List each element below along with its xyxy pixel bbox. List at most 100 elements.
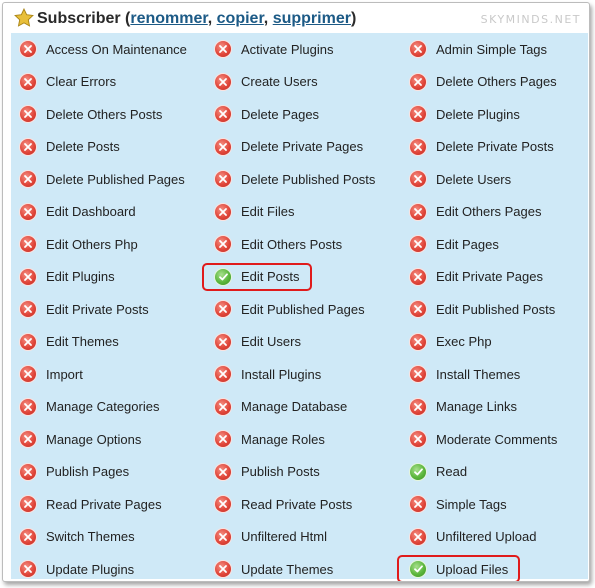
cross-icon[interactable]: [410, 333, 426, 350]
cross-icon[interactable]: [215, 528, 231, 545]
capability-item[interactable]: Edit Others Posts: [206, 228, 342, 260]
check-icon[interactable]: [215, 268, 231, 285]
cross-icon[interactable]: [215, 171, 231, 187]
cross-icon[interactable]: [20, 398, 36, 415]
cross-icon[interactable]: [20, 333, 36, 350]
capability-item[interactable]: Edit Pages: [401, 228, 499, 260]
capability-item[interactable]: Delete Published Posts: [206, 163, 375, 195]
cross-icon[interactable]: [215, 496, 231, 512]
cross-icon[interactable]: [20, 431, 36, 447]
cross-icon[interactable]: [20, 463, 36, 480]
capability-item[interactable]: Edit Users: [206, 326, 301, 358]
capability-item[interactable]: Edit Files: [206, 196, 294, 228]
cross-icon[interactable]: [410, 73, 426, 90]
cross-icon[interactable]: [215, 203, 231, 220]
capability-item[interactable]: Delete Pages: [206, 98, 319, 130]
cross-icon[interactable]: [215, 561, 231, 577]
cross-icon[interactable]: [215, 366, 231, 382]
cross-icon[interactable]: [410, 138, 426, 155]
capability-item[interactable]: Moderate Comments: [401, 423, 557, 455]
cross-icon[interactable]: [20, 106, 36, 122]
cross-icon[interactable]: [410, 203, 426, 220]
capability-item[interactable]: Manage Categories: [11, 391, 159, 423]
cross-icon[interactable]: [20, 268, 36, 285]
capability-item[interactable]: Read Private Pages: [11, 488, 162, 520]
capability-item[interactable]: Manage Links: [401, 391, 517, 423]
capability-item[interactable]: Delete Posts: [11, 131, 120, 163]
check-icon[interactable]: [410, 463, 426, 480]
capability-item[interactable]: Edit Private Pages: [401, 261, 543, 293]
cross-icon[interactable]: [20, 301, 36, 317]
capability-item[interactable]: Edit Others Pages: [401, 196, 542, 228]
capability-item[interactable]: Clear Errors: [11, 66, 116, 98]
cross-icon[interactable]: [410, 366, 426, 382]
capability-item[interactable]: Edit Plugins: [11, 261, 115, 293]
cross-icon[interactable]: [215, 463, 231, 480]
cross-icon[interactable]: [410, 496, 426, 512]
capability-item[interactable]: Unfiltered Html: [206, 521, 327, 553]
capability-item[interactable]: Access On Maintenance: [11, 33, 187, 65]
cross-icon[interactable]: [215, 301, 231, 317]
copy-role-link[interactable]: copier: [217, 10, 264, 27]
capability-item[interactable]: Publish Posts: [206, 456, 320, 488]
capability-item[interactable]: Install Plugins: [206, 358, 321, 390]
capability-item[interactable]: Edit Themes: [11, 326, 119, 358]
cross-icon[interactable]: [215, 106, 231, 122]
cross-icon[interactable]: [20, 561, 36, 577]
capability-item[interactable]: Delete Private Pages: [206, 131, 363, 163]
capability-item[interactable]: Switch Themes: [11, 521, 135, 553]
cross-icon[interactable]: [20, 366, 36, 382]
cross-icon[interactable]: [410, 171, 426, 187]
cross-icon[interactable]: [215, 431, 231, 447]
capability-item[interactable]: Exec Php: [401, 326, 492, 358]
capability-item[interactable]: Read: [401, 456, 467, 488]
capability-item[interactable]: Read Private Posts: [206, 488, 352, 520]
capability-item[interactable]: Manage Database: [206, 391, 347, 423]
cross-icon[interactable]: [20, 73, 36, 90]
capability-item[interactable]: Update Themes: [206, 553, 333, 581]
cross-icon[interactable]: [20, 203, 36, 220]
capability-item[interactable]: Import: [11, 358, 83, 390]
capability-item[interactable]: Activate Plugins: [206, 33, 334, 65]
capability-item[interactable]: Manage Options: [11, 423, 141, 455]
cross-icon[interactable]: [20, 41, 36, 57]
capability-item[interactable]: Delete Users: [401, 163, 511, 195]
rename-role-link[interactable]: renommer: [130, 10, 207, 27]
cross-icon[interactable]: [215, 236, 231, 252]
capability-item[interactable]: Install Themes: [401, 358, 520, 390]
capability-item[interactable]: Delete Plugins: [401, 98, 520, 130]
cross-icon[interactable]: [410, 398, 426, 415]
cross-icon[interactable]: [215, 398, 231, 415]
capability-item[interactable]: Create Users: [206, 66, 318, 98]
capability-item[interactable]: Upload Files: [401, 553, 508, 581]
cross-icon[interactable]: [20, 171, 36, 187]
cross-icon[interactable]: [215, 73, 231, 90]
capability-item[interactable]: Edit Private Posts: [11, 293, 149, 325]
cross-icon[interactable]: [410, 106, 426, 122]
capability-item[interactable]: Edit Others Php: [11, 228, 138, 260]
cross-icon[interactable]: [20, 138, 36, 155]
cross-icon[interactable]: [215, 333, 231, 350]
cross-icon[interactable]: [410, 41, 426, 57]
capability-item[interactable]: Manage Roles: [206, 423, 325, 455]
check-icon[interactable]: [410, 561, 426, 577]
cross-icon[interactable]: [20, 496, 36, 512]
capability-item[interactable]: Edit Posts: [206, 261, 300, 293]
cross-icon[interactable]: [410, 431, 426, 447]
cross-icon[interactable]: [410, 268, 426, 285]
cross-icon[interactable]: [410, 301, 426, 317]
capability-item[interactable]: Edit Published Pages: [206, 293, 365, 325]
capability-item[interactable]: Delete Others Pages: [401, 66, 557, 98]
capability-item[interactable]: Delete Private Posts: [401, 131, 554, 163]
capability-item[interactable]: Edit Dashboard: [11, 196, 136, 228]
capability-item[interactable]: Simple Tags: [401, 488, 507, 520]
cross-icon[interactable]: [20, 236, 36, 252]
cross-icon[interactable]: [215, 41, 231, 57]
cross-icon[interactable]: [410, 528, 426, 545]
capability-item[interactable]: Admin Simple Tags: [401, 33, 547, 65]
capability-item[interactable]: Delete Others Posts: [11, 98, 162, 130]
capability-item[interactable]: Unfiltered Upload: [401, 521, 536, 553]
capability-item[interactable]: Publish Pages: [11, 456, 129, 488]
capability-item[interactable]: Edit Published Posts: [401, 293, 555, 325]
cross-icon[interactable]: [20, 528, 36, 545]
